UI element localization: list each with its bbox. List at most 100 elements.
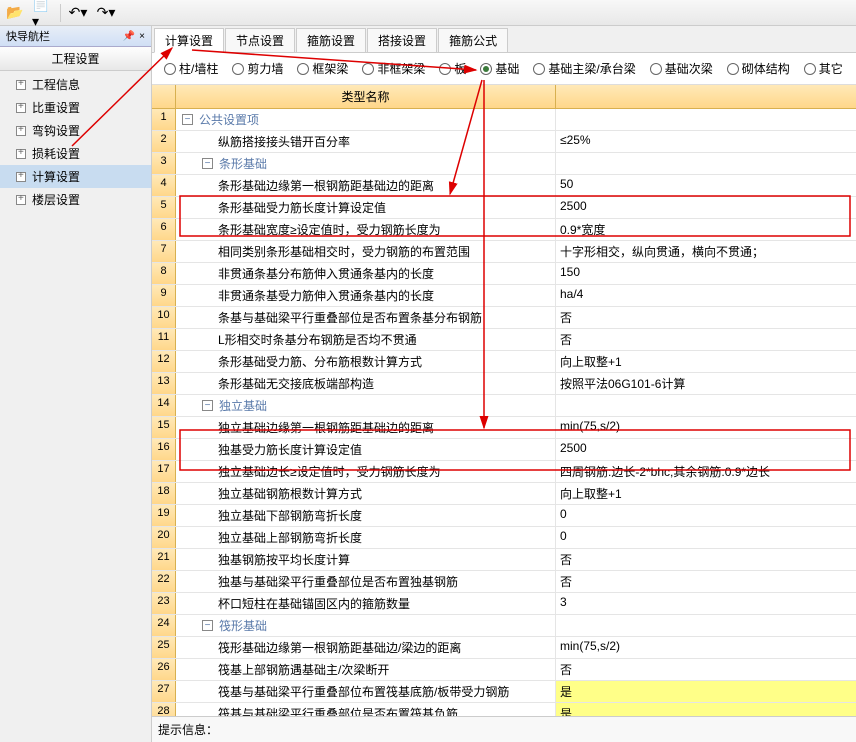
sidebar-item-3[interactable]: 损耗设置 <box>0 142 151 165</box>
tab-3[interactable]: 搭接设置 <box>367 28 437 52</box>
expand-icon[interactable]: − <box>202 620 213 631</box>
grid-row-8[interactable]: 8非贯通条基分布筋伸入贯通条基内的长度150 <box>152 263 856 285</box>
radio-6[interactable]: 基础主梁/承台梁 <box>533 60 635 77</box>
grid-row-6[interactable]: 6条形基础宽度≥设定值时，受力钢筋长度为0.9*宽度 <box>152 219 856 241</box>
row-number: 24 <box>152 615 176 636</box>
pin-icon[interactable]: 📌 <box>123 31 135 42</box>
cell-value[interactable]: 否 <box>556 571 856 592</box>
grid-row-1[interactable]: 1−公共设置项 <box>152 109 856 131</box>
tab-2[interactable]: 箍筋设置 <box>296 28 366 52</box>
grid-row-28[interactable]: 28筏基与基础梁平行重叠部位是否布置筏基负筋是 <box>152 703 856 716</box>
grid-row-26[interactable]: 26筏基上部钢筋遇基础主/次梁断开否 <box>152 659 856 681</box>
cell-value[interactable]: 否 <box>556 659 856 680</box>
tab-0[interactable]: 计算设置 <box>154 28 224 53</box>
cell-value[interactable]: min(75,s/2) <box>556 417 856 438</box>
grid-row-25[interactable]: 25筏形基础边缘第一根钢筋距基础边/梁边的距离min(75,s/2) <box>152 637 856 659</box>
grid-row-27[interactable]: 27筏基与基础梁平行重叠部位布置筏基底筋/板带受力钢筋是 <box>152 681 856 703</box>
cell-value[interactable]: 向上取整+1 <box>556 483 856 504</box>
grid-row-13[interactable]: 13条形基础无交接底板端部构造按照平法06G101-6计算 <box>152 373 856 395</box>
cell-value[interactable] <box>556 395 856 416</box>
grid-row-18[interactable]: 18独立基础钢筋根数计算方式向上取整+1 <box>152 483 856 505</box>
radio-3[interactable]: 非框架梁 <box>362 60 425 77</box>
grid-row-20[interactable]: 20独立基础上部钢筋弯折长度0 <box>152 527 856 549</box>
radio-4[interactable]: 板 <box>439 60 466 77</box>
row-name: 独立基础下部钢筋弯折长度 <box>218 507 362 524</box>
cell-value[interactable] <box>556 109 856 130</box>
cell-value[interactable]: 0 <box>556 527 856 548</box>
cell-value[interactable]: 按照平法06G101-6计算 <box>556 373 856 394</box>
tab-4[interactable]: 箍筋公式 <box>438 28 508 52</box>
sidebar-item-4[interactable]: 计算设置 <box>0 165 151 188</box>
sidebar-item-0[interactable]: 工程信息 <box>0 73 151 96</box>
expand-icon[interactable]: − <box>202 158 213 169</box>
grid-row-11[interactable]: 11L形相交时条基分布钢筋是否均不贯通否 <box>152 329 856 351</box>
expand-icon[interactable]: − <box>202 400 213 411</box>
row-name: 独基与基础梁平行重叠部位是否布置独基钢筋 <box>218 573 458 590</box>
cell-value[interactable]: 3 <box>556 593 856 614</box>
cell-value[interactable]: 是 <box>556 681 856 702</box>
cell-value[interactable]: ≤25% <box>556 131 856 152</box>
cell-value[interactable]: 四周钢筋:边长-2*bhc,其余钢筋:0.9*边长 <box>556 461 856 482</box>
grid-row-4[interactable]: 4条形基础边缘第一根钢筋距基础边的距离50 <box>152 175 856 197</box>
radio-icon <box>650 63 662 75</box>
radio-0[interactable]: 柱/墙柱 <box>164 60 218 77</box>
radio-5[interactable]: 基础 <box>480 60 519 77</box>
grid-row-5[interactable]: 5条形基础受力筋长度计算设定值2500 <box>152 197 856 219</box>
radio-label: 剪力墙 <box>247 60 283 77</box>
grid-row-14[interactable]: 14−独立基础 <box>152 395 856 417</box>
grid-row-19[interactable]: 19独立基础下部钢筋弯折长度0 <box>152 505 856 527</box>
grid-row-22[interactable]: 22独基与基础梁平行重叠部位是否布置独基钢筋否 <box>152 571 856 593</box>
row-name: 杯口短柱在基础锚固区内的箍筋数量 <box>218 595 410 612</box>
undo-icon[interactable]: ↶▾ <box>67 3 89 23</box>
radio-1[interactable]: 剪力墙 <box>232 60 283 77</box>
new-file-icon[interactable]: 📄▾ <box>32 3 54 23</box>
grid-row-2[interactable]: 2纵筋搭接接头错开百分率≤25% <box>152 131 856 153</box>
cell-name: 非贯通条基分布筋伸入贯通条基内的长度 <box>176 263 556 284</box>
row-name: 公共设置项 <box>199 111 259 128</box>
cell-value[interactable]: 0.9*宽度 <box>556 219 856 240</box>
folder-open-icon[interactable]: 📂 <box>4 3 26 23</box>
grid-row-23[interactable]: 23杯口短柱在基础锚固区内的箍筋数量3 <box>152 593 856 615</box>
grid-row-21[interactable]: 21独基钢筋按平均长度计算否 <box>152 549 856 571</box>
tab-1[interactable]: 节点设置 <box>225 28 295 52</box>
cell-value[interactable] <box>556 615 856 636</box>
cell-value[interactable]: ha/4 <box>556 285 856 306</box>
cell-value[interactable]: 否 <box>556 329 856 350</box>
expand-icon[interactable]: − <box>182 114 193 125</box>
sidebar-item-5[interactable]: 楼层设置 <box>0 188 151 211</box>
radio-9[interactable]: 其它 <box>804 60 843 77</box>
cell-value[interactable] <box>556 153 856 174</box>
radio-2[interactable]: 框架梁 <box>297 60 348 77</box>
grid-row-12[interactable]: 12条形基础受力筋、分布筋根数计算方式向上取整+1 <box>152 351 856 373</box>
sidebar-item-2[interactable]: 弯钩设置 <box>0 119 151 142</box>
sidebar-item-label: 楼层设置 <box>32 191 80 208</box>
cell-value[interactable]: 是 <box>556 703 856 716</box>
cell-value[interactable]: 150 <box>556 263 856 284</box>
cell-value[interactable]: 2500 <box>556 197 856 218</box>
cell-value[interactable]: 0 <box>556 505 856 526</box>
grid-row-3[interactable]: 3−条形基础 <box>152 153 856 175</box>
cell-value[interactable]: 否 <box>556 549 856 570</box>
grid-row-10[interactable]: 10条基与基础梁平行重叠部位是否布置条基分布钢筋否 <box>152 307 856 329</box>
cell-value[interactable]: 十字形相交，纵向贯通，横向不贯通； <box>556 241 856 262</box>
cell-value[interactable]: 2500 <box>556 439 856 460</box>
redo-icon[interactable]: ↷▾ <box>95 3 117 23</box>
row-number: 8 <box>152 263 176 284</box>
row-number: 21 <box>152 549 176 570</box>
sidebar-item-1[interactable]: 比重设置 <box>0 96 151 119</box>
radio-8[interactable]: 砌体结构 <box>727 60 790 77</box>
radio-7[interactable]: 基础次梁 <box>650 60 713 77</box>
cell-value[interactable]: 否 <box>556 307 856 328</box>
grid-row-16[interactable]: 16独基受力筋长度计算设定值2500 <box>152 439 856 461</box>
grid-row-9[interactable]: 9非贯通条基受力筋伸入贯通条基内的长度ha/4 <box>152 285 856 307</box>
grid-row-24[interactable]: 24−筏形基础 <box>152 615 856 637</box>
close-icon[interactable]: × <box>139 31 145 42</box>
cell-value[interactable]: 向上取整+1 <box>556 351 856 372</box>
grid-row-15[interactable]: 15独立基础边缘第一根钢筋距基础边的距离min(75,s/2) <box>152 417 856 439</box>
sidebar-item-label: 计算设置 <box>32 168 80 185</box>
radio-icon <box>480 63 492 75</box>
cell-value[interactable]: min(75,s/2) <box>556 637 856 658</box>
grid-row-17[interactable]: 17独立基础边长≥设定值时，受力钢筋长度为四周钢筋:边长-2*bhc,其余钢筋:… <box>152 461 856 483</box>
grid-row-7[interactable]: 7相同类别条形基础相交时，受力钢筋的布置范围十字形相交，纵向贯通，横向不贯通； <box>152 241 856 263</box>
cell-value[interactable]: 50 <box>556 175 856 196</box>
